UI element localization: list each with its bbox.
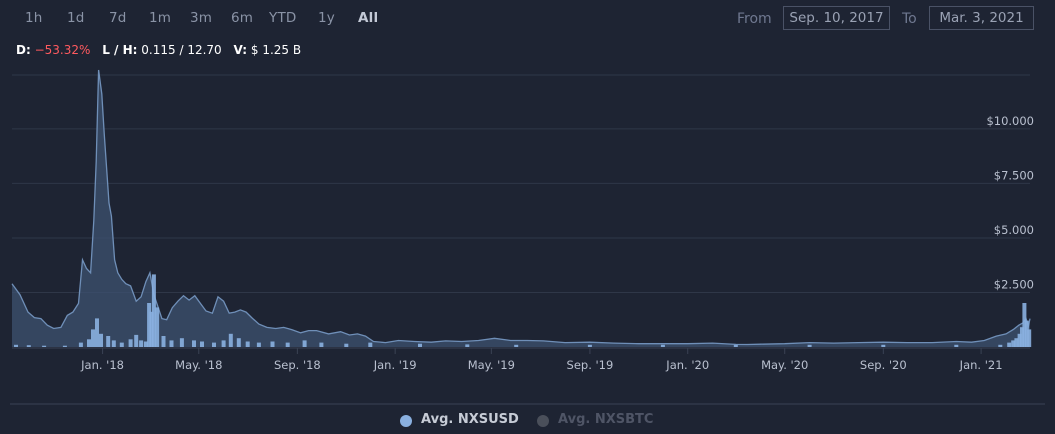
chart-grid [12,74,1030,349]
x-tick-label: Sep. '18 [274,358,321,372]
volume-bar [221,340,226,347]
volume-bar [128,339,133,347]
volume-bar [514,344,519,347]
x-tick-label: Sep. '19 [567,358,614,372]
volume-bar [236,338,241,347]
price-line [11,69,1031,346]
y-tick-label: $10.000 [986,114,1034,128]
volume-bar [169,340,174,347]
x-tick-label: May. '20 [761,358,808,372]
volume-bar [87,339,91,347]
volume-bar [179,338,184,347]
volume-bar [733,344,738,347]
price-area-fill [12,70,1030,347]
volume-bar [62,345,67,347]
volume-bar [285,342,290,347]
volume-bar [344,343,349,347]
volume-bar [78,342,83,347]
volume-bar [42,345,47,347]
volume-bar [256,342,261,347]
legend-nxsusd-dot-icon [400,415,412,427]
price-area [11,69,1031,347]
volume-bar [319,342,324,347]
volume-bar [954,344,959,347]
volume-bar [155,307,160,347]
x-tick-label: Jan. '21 [959,358,1003,372]
volume-bar [192,340,196,347]
volume-bar [119,342,124,347]
x-tick-label: Jan. '20 [665,358,709,372]
volume-bar [228,333,233,347]
volume-bar [660,344,665,347]
volume-bar [134,334,139,347]
x-axis-ticks: Jan. '18 May. '18 Sep. '18 Jan. '19 May. '19… [80,348,1003,372]
volume-bar [95,318,99,347]
volume-bar [587,344,592,347]
volume-bar [111,340,116,347]
price-chart[interactable]: $2.500 $5.000 $7.500 $10.000 Jan. '18 May. '… [0,0,1055,434]
y-axis-ticks: $2.500 $5.000 $7.500 $10.000 [986,114,1034,292]
volume-bar [200,341,204,347]
x-tick-label: Sep. '20 [860,358,907,372]
volume-bar [302,340,307,347]
legend-nxsbtc-dot-icon [537,415,549,427]
volume-bar [418,343,422,347]
volume-bar [139,340,144,347]
volume-bar [1027,329,1032,347]
y-tick-label: $5.000 [994,223,1034,237]
volume-bar [245,341,250,347]
volume-bar [91,329,95,347]
volume-bar [212,342,216,347]
volume-bar [14,344,18,347]
volume-bar [881,344,886,347]
volume-bar [106,336,111,347]
volume-bar [1007,342,1012,347]
volume-bar [99,333,103,347]
x-tick-label: May. '19 [468,358,515,372]
volume-bar [465,344,470,347]
volume-bar [807,344,812,347]
x-tick-label: May. '18 [175,358,222,372]
volume-bar [26,345,31,347]
y-tick-label: $2.500 [994,277,1034,291]
x-tick-label: Jan. '19 [373,358,417,372]
volume-bar [368,342,373,347]
legend-nxsbtc[interactable]: Avg. NXSBTC [558,412,653,427]
volume-bar [161,336,166,347]
volume-bar [270,341,275,347]
volume-bar [998,344,1003,347]
y-tick-label: $7.500 [994,168,1034,182]
legend-nxsusd[interactable]: Avg. NXSUSD [421,412,519,427]
x-tick-label: Jan. '18 [80,358,124,372]
